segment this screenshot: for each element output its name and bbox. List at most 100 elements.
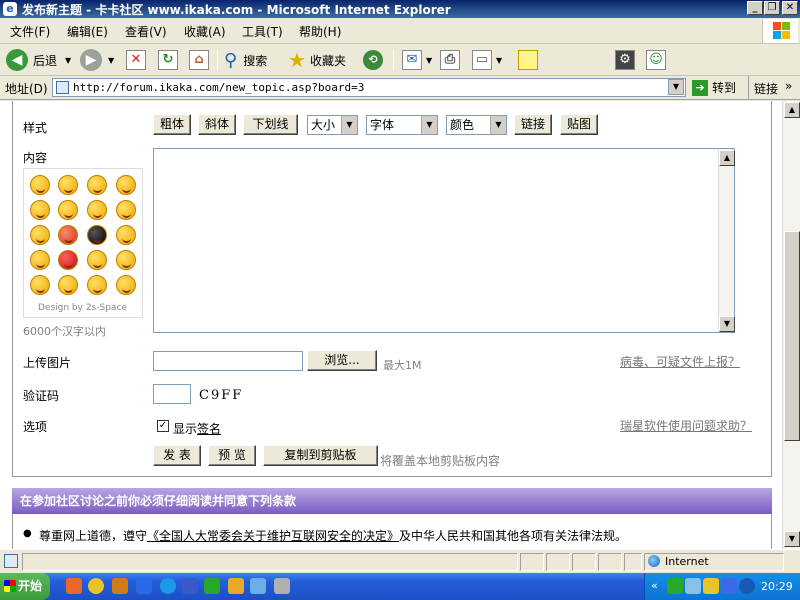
go-arrow-icon: ➔ (692, 79, 708, 96)
submit-button[interactable]: 发 表 (153, 445, 201, 466)
clock: 20:29 (761, 580, 793, 593)
tray-icon[interactable] (721, 578, 737, 594)
emoji-icon[interactable] (116, 225, 136, 245)
color-select[interactable]: 颜色 ▼ (446, 115, 507, 135)
emoji-icon[interactable] (87, 275, 107, 295)
emoji-icon[interactable] (30, 250, 50, 270)
upload-file-input[interactable] (153, 351, 303, 371)
quicklaunch-icon[interactable] (88, 578, 104, 594)
search-button[interactable]: ⚲ 搜索 (224, 48, 267, 72)
emoji-icon[interactable] (58, 200, 78, 220)
notes-button[interactable] (518, 48, 538, 72)
quicklaunch-icon[interactable] (66, 578, 82, 594)
font-select[interactable]: 字体 ▼ (366, 115, 438, 135)
terms-header: 在参加社区讨论之前你必须仔细阅读并同意下列条款 (12, 488, 772, 514)
italic-button[interactable]: 斜体 (198, 114, 236, 135)
home-button[interactable]: ⌂ (189, 48, 209, 72)
favorites-button[interactable]: ★ 收藏夹 (288, 48, 346, 72)
emoji-icon[interactable] (87, 200, 107, 220)
emoji-icon[interactable] (116, 250, 136, 270)
menu-tools[interactable]: 工具(T) (242, 23, 283, 40)
browse-button[interactable]: 浏览... (307, 350, 377, 371)
minimize-button[interactable]: _ (747, 1, 763, 15)
quicklaunch-icon[interactable] (136, 578, 152, 594)
copy-clipboard-button[interactable]: 复制到剪贴板 (263, 445, 378, 466)
star-icon: ★ (288, 48, 306, 72)
quicklaunch-icon[interactable] (204, 578, 220, 594)
captcha-input[interactable] (153, 384, 191, 404)
start-button[interactable]: 开始 (0, 573, 50, 600)
menu-help[interactable]: 帮助(H) (299, 23, 341, 40)
back-label: 后退 (33, 53, 58, 68)
page-icon (4, 554, 18, 568)
address-dropdown-icon[interactable]: ▼ (668, 79, 684, 95)
page-scrollbar[interactable]: ▲ ▼ (782, 101, 800, 549)
edit-button[interactable]: ▭ ▼ (472, 48, 502, 72)
print-button[interactable]: ⎙ (440, 48, 460, 72)
emoji-icon[interactable] (116, 200, 136, 220)
menu-favorites[interactable]: 收藏(A) (184, 23, 226, 40)
tray-expand-icon[interactable]: « (651, 579, 658, 592)
bold-button[interactable]: 粗体 (153, 114, 191, 135)
rising-help-link[interactable]: 瑞星软件使用问题求助？ (620, 417, 752, 434)
emoji-icon[interactable] (116, 275, 136, 295)
link-button[interactable]: 链接 (514, 114, 552, 135)
signature-link[interactable]: 签名 (197, 422, 221, 436)
mail-button[interactable]: ✉ ▼ (402, 48, 432, 72)
scroll-down-icon[interactable]: ▼ (719, 316, 735, 332)
tray-icon[interactable] (739, 578, 755, 594)
emoji-icon[interactable] (58, 275, 78, 295)
stop-button[interactable]: ✕ (126, 48, 146, 72)
forward-button[interactable]: ▶ ▼ (80, 48, 114, 72)
emoji-icon[interactable] (30, 175, 50, 195)
virus-report-link[interactable]: 病毒、可疑文件上报？ (620, 353, 740, 370)
menu-file[interactable]: 文件(F) (10, 23, 50, 40)
quicklaunch-icon[interactable] (228, 578, 244, 594)
address-input[interactable]: http://forum.ikaka.com/new_topic.asp?boa… (52, 78, 686, 97)
emoji-icon[interactable] (116, 175, 136, 195)
menu-view[interactable]: 查看(V) (125, 23, 167, 40)
restore-button[interactable]: ❐ (764, 1, 780, 15)
go-button[interactable]: ➔ 转到 (692, 79, 736, 96)
refresh-button[interactable]: ↻ (158, 48, 178, 72)
close-button[interactable]: ✕ (782, 1, 798, 15)
emoji-icon[interactable] (58, 250, 78, 270)
underline-button[interactable]: 下划线 (243, 114, 298, 135)
tray-icon[interactable] (685, 578, 701, 594)
back-button[interactable]: ◀ 后退 ▼ (6, 48, 71, 72)
scroll-down-icon[interactable]: ▼ (784, 531, 800, 547)
quicklaunch-icon[interactable] (274, 578, 290, 594)
scroll-up-icon[interactable]: ▲ (719, 150, 735, 166)
print-icon: ⎙ (440, 50, 460, 70)
chevron-down-icon: ▼ (421, 116, 437, 134)
scroll-up-icon[interactable]: ▲ (784, 102, 800, 118)
emoji-icon[interactable] (58, 225, 78, 245)
links-more[interactable]: » (785, 79, 792, 93)
emoji-icon[interactable] (87, 175, 107, 195)
emoji-icon[interactable] (87, 250, 107, 270)
scroll-thumb[interactable] (784, 231, 800, 441)
gear-button[interactable]: ⚙ (615, 48, 635, 72)
messenger-button[interactable]: ☺ (646, 48, 666, 72)
emoji-icon[interactable] (30, 275, 50, 295)
history-button[interactable]: ⟲ (363, 48, 383, 72)
show-signature-checkbox[interactable]: ✓ (157, 420, 169, 432)
emoji-icon[interactable] (87, 225, 107, 245)
textarea-scrollbar[interactable]: ▲ ▼ (718, 149, 735, 332)
preview-button[interactable]: 预 览 (208, 445, 256, 466)
quicklaunch-icon[interactable] (112, 578, 128, 594)
ie-icon[interactable] (160, 578, 176, 594)
size-select[interactable]: 大小 ▼ (307, 115, 358, 135)
menu-edit[interactable]: 编辑(E) (67, 23, 108, 40)
links-label[interactable]: 链接 (754, 80, 778, 97)
emoji-icon[interactable] (58, 175, 78, 195)
quicklaunch-icon[interactable] (250, 578, 266, 594)
content-textarea[interactable]: ▲ ▼ (153, 148, 735, 333)
image-button[interactable]: 贴图 (560, 114, 598, 135)
quicklaunch-icon[interactable] (182, 578, 198, 594)
emoji-icon[interactable] (30, 200, 50, 220)
tray-icon[interactable] (667, 578, 683, 594)
tray-icon[interactable] (703, 578, 719, 594)
law-link[interactable]: 《全国人大常委会关于维护互联网安全的决定》 (147, 529, 399, 543)
emoji-icon[interactable] (30, 225, 50, 245)
